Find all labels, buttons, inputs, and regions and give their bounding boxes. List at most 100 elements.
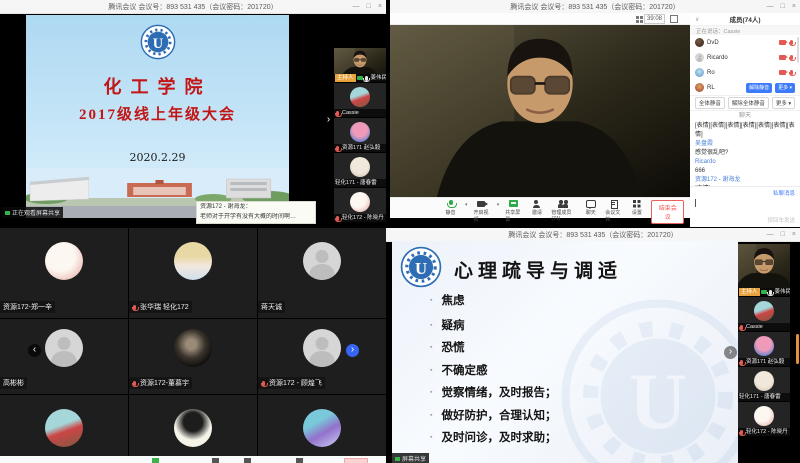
host-badge: 主持人	[335, 74, 356, 82]
video-tile[interactable]	[258, 395, 386, 456]
invite-button[interactable]: 邀请	[528, 200, 545, 216]
meeting-docs-button[interactable]: 会议文档	[605, 200, 622, 223]
slide-date: 2020.2.29	[26, 151, 289, 164]
video-tile[interactable]: 高彬彬 ‹	[0, 319, 128, 394]
video-tile[interactable]: Cassie	[738, 297, 790, 331]
chat-messages[interactable]: [表情][表情][表情][表情][表情][表情][表情] 吴盘霞 感觉很乱吧? …	[690, 121, 800, 186]
member-row[interactable]: DvD	[690, 35, 800, 50]
video-tile[interactable]	[0, 395, 128, 456]
video-tile[interactable]: 资源172 - 顾煌飞 ›	[258, 319, 386, 394]
video-tile[interactable]: 轻化171 - 唐春雷	[334, 153, 386, 187]
maximize-button[interactable]: □	[781, 231, 785, 238]
manage-members-button[interactable]: 管理成员(74)	[551, 200, 576, 222]
maximize-button[interactable]: □	[367, 3, 371, 10]
video-tile[interactable]: 轻化171 - 唐春雷	[738, 367, 790, 401]
member-name: RL	[707, 85, 715, 91]
chat-message-text: 666	[695, 167, 795, 176]
collapse-icon[interactable]: ∨	[695, 16, 699, 23]
unmute-member-button[interactable]: 解除静音	[746, 83, 772, 93]
next-slide-arrow[interactable]: ›	[724, 346, 737, 359]
video-tile[interactable]	[129, 395, 257, 456]
video-tile[interactable]: 轻化172 - 陈晓丹	[738, 402, 790, 436]
participant-name: 轻化171 - 唐春雷	[739, 393, 781, 401]
video-tile[interactable]: 蒋天诚	[258, 228, 386, 318]
bullet-text: 做好防护，合理认知；	[441, 407, 556, 423]
bullet-text: 不确定感	[441, 362, 487, 378]
mute-button[interactable]: 静音	[442, 200, 459, 216]
bullet-text: 疑病	[441, 317, 464, 333]
bullet-text: 焦虑	[441, 292, 464, 308]
muted-mic-icon	[336, 111, 339, 116]
fullscreen-icon[interactable]	[670, 15, 678, 23]
end-meeting-button[interactable]: 结束会议	[651, 200, 684, 224]
close-button[interactable]: ×	[792, 231, 796, 238]
layout-grid-icon[interactable]	[636, 16, 639, 19]
video-tile[interactable]: 资源171 赵弘毅	[334, 118, 386, 152]
chat-button[interactable]: 聊天	[582, 200, 599, 216]
video-tile-host[interactable]: 主持人 姜伟民	[334, 48, 386, 82]
window-title: 腾讯会议 会议号：893 531 435（会议密码：201720）	[510, 2, 679, 12]
close-button[interactable]: ×	[378, 3, 382, 10]
video-tile[interactable]: Cassie	[334, 83, 386, 117]
avatar	[303, 409, 341, 447]
video-tile[interactable]: 资源172-郑一辛	[0, 228, 128, 318]
share-screen-button[interactable]: 共享屏幕	[505, 200, 522, 223]
end-meeting-button[interactable]	[344, 458, 368, 463]
bullet-icon: ▪	[430, 366, 432, 374]
shared-slide: 心理疏导与调适 ▪焦虑 ▪疑病 ▪恐慌 ▪不确定感 ▪觉察情绪，及时报告； ▪做…	[392, 241, 738, 463]
minimize-button[interactable]: —	[767, 231, 774, 238]
meeting-toolbar: 静音 ▾ 开启视频 ▾ 共享屏幕 邀请 管理成员(74) 聊天 会议文档 设置 …	[390, 197, 690, 218]
unmute-all-button[interactable]: 解除全体静音	[728, 97, 769, 109]
member-row-hovered[interactable]: RL 解除静音 更多 ▾	[690, 80, 800, 95]
window-title: 腾讯会议 会议号：893 531 435（会议密码：201720）	[108, 2, 277, 12]
members-footer: 全体静音 解除全体静音 更多 ▾	[690, 95, 800, 110]
muted-mic-icon	[262, 381, 265, 386]
screen-share-icon	[761, 290, 767, 294]
member-row[interactable]: Ro	[690, 65, 800, 80]
video-tile[interactable]: 资源172-董慕宇	[129, 319, 257, 394]
video-tile[interactable]: 张华瑞 轻化172	[129, 228, 257, 318]
maximize-button[interactable]: □	[781, 3, 785, 10]
video-options-caret[interactable]: ▾	[497, 202, 500, 208]
scrollbar-highlight[interactable]	[796, 334, 799, 364]
minimize-button[interactable]: —	[767, 3, 774, 10]
camera-off-icon	[779, 70, 786, 75]
avatar	[350, 157, 370, 177]
muted-mic-icon	[790, 70, 793, 75]
start-video-button[interactable]: 开启视频	[474, 200, 491, 223]
avatar	[695, 83, 704, 92]
meeting-info-bar: 39:08	[390, 13, 690, 25]
avatar	[350, 87, 370, 107]
member-row[interactable]: Ricardo	[690, 50, 800, 65]
muted-mic-icon	[790, 55, 793, 60]
slide-title-line2: 2017级线上年级大会	[26, 103, 289, 124]
speaker-webcam-video[interactable]	[390, 25, 690, 197]
video-tile[interactable]: 资源171 赵弘毅	[738, 332, 790, 366]
more-actions-button[interactable]: 更多 ▾	[772, 97, 795, 109]
video-tile[interactable]: 轻化172 - 陈晓丹	[334, 188, 386, 222]
avatar	[695, 38, 704, 47]
private-chat-link[interactable]: 私聊消息	[773, 189, 795, 197]
mute-all-button[interactable]: 全体静音	[695, 97, 725, 109]
member-name: Ro	[707, 70, 715, 76]
minimize-button[interactable]: —	[353, 3, 360, 10]
shared-slide: 化工学院 2017级线上年级大会 2020.2.29	[26, 15, 289, 218]
screen-share-icon	[508, 200, 519, 208]
avatar	[754, 301, 774, 321]
university-logo-icon	[140, 24, 176, 60]
video-tile-host[interactable]: 主持人 姜伟民	[738, 244, 790, 296]
scrollbar[interactable]	[797, 37, 799, 63]
mic-options-caret[interactable]: ▾	[465, 202, 468, 208]
chat-input-area[interactable]: 私聊消息 按回车发送	[690, 186, 800, 227]
slide-title: 心理疏导与调适	[454, 256, 622, 283]
member-name: DvD	[707, 40, 719, 46]
settings-button[interactable]: 设置	[628, 200, 645, 216]
camera-off-icon	[779, 40, 786, 45]
participant-name: 姜伟民	[371, 74, 386, 82]
member-more-button[interactable]: 更多 ▾	[775, 83, 795, 93]
bullet-icon: ▪	[430, 296, 432, 304]
prev-page-arrow[interactable]: ‹	[28, 344, 41, 357]
close-button[interactable]: ×	[792, 3, 796, 10]
next-page-arrow[interactable]: ›	[346, 344, 359, 357]
participant-name: Cassie	[746, 323, 763, 331]
